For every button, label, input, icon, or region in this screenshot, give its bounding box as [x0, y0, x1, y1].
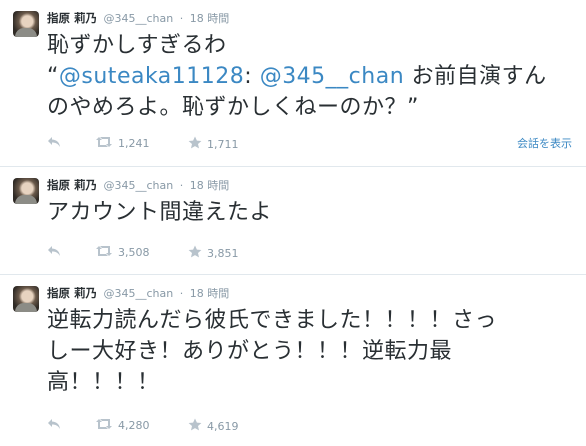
star-icon — [188, 418, 202, 436]
separator-dot: · — [179, 179, 184, 192]
reply-button[interactable] — [47, 418, 61, 435]
text-segment: 逆転力読んだら彼氏できました！！！！さっ — [47, 308, 498, 333]
favorite-count: 1,711 — [207, 138, 239, 151]
tweet-time[interactable]: 18 時間 — [190, 179, 230, 192]
retweet-button[interactable]: 4,280 — [95, 418, 150, 434]
tweet-text-line: しー大好き！ありがとう！！！逆転力最 — [47, 336, 577, 367]
reply-button[interactable] — [47, 136, 61, 153]
author-handle[interactable]: @345__chan — [104, 179, 174, 192]
tweet-text-line: アカウント間違えたよ — [47, 197, 577, 228]
mention-link[interactable]: @suteaka11128 — [59, 64, 244, 89]
tweet[interactable]: 指原 莉乃 @345__chan · 18 時間 アカウント間違えたよ 3,50… — [0, 167, 586, 275]
tweet-text-line: 恥ずかしすぎるわ — [47, 30, 577, 61]
retweet-count: 3,508 — [118, 246, 150, 259]
reply-button[interactable] — [47, 245, 61, 262]
favorite-button[interactable]: 4,619 — [188, 418, 239, 436]
quote-mark: “ — [47, 64, 59, 89]
retweet-button[interactable]: 1,241 — [95, 136, 150, 152]
separator-dot: · — [179, 12, 184, 25]
tweet-text-line: 高！！！！ — [47, 367, 577, 398]
favorite-count: 4,619 — [207, 420, 239, 433]
favorite-count: 3,851 — [207, 247, 239, 260]
separator-dot: · — [179, 287, 184, 300]
reply-icon — [47, 418, 61, 435]
tweet[interactable]: 指原 莉乃 @345__chan · 18 時間 逆転力読んだら彼氏できました！… — [0, 275, 586, 446]
avatar[interactable] — [13, 178, 39, 204]
view-conversation-link[interactable]: 会話を表示 — [517, 136, 572, 152]
author-handle[interactable]: @345__chan — [104, 12, 174, 25]
favorite-button[interactable]: 1,711 — [188, 136, 239, 154]
reply-icon — [47, 136, 61, 153]
author-handle[interactable]: @345__chan — [104, 287, 174, 300]
star-icon — [188, 245, 202, 263]
retweet-icon — [95, 136, 113, 152]
text-segment: : — [244, 64, 260, 89]
tweet-text: アカウント間違えたよ — [47, 197, 577, 228]
favorite-button[interactable]: 3,851 — [188, 245, 239, 263]
tweet[interactable]: 指原 莉乃 @345__chan · 18 時間 恥ずかしすぎるわ “@sute… — [0, 0, 586, 167]
avatar[interactable] — [13, 286, 39, 312]
retweet-button[interactable]: 3,508 — [95, 245, 150, 261]
star-icon — [188, 136, 202, 154]
text-segment: アカウント間違えたよ — [47, 200, 273, 225]
retweet-icon — [95, 418, 113, 434]
tweet-text-line: 逆転力読んだら彼氏できました！！！！さっ — [47, 305, 577, 336]
author-name[interactable]: 指原 莉乃 — [47, 178, 97, 192]
tweet-text-line: “@suteaka11128: @345__chan お前自演すん — [47, 61, 577, 92]
text-segment: しー大好き！ありがとう！！！逆転力最 — [47, 339, 453, 364]
retweet-count: 4,280 — [118, 419, 150, 432]
tweet-header: 指原 莉乃 @345__chan · 18 時間 — [47, 285, 229, 301]
tweet-time[interactable]: 18 時間 — [190, 287, 230, 300]
retweet-count: 1,241 — [118, 137, 150, 150]
text-segment: お前自演すん — [404, 64, 547, 89]
text-segment: 恥ずかしすぎるわ — [47, 33, 227, 58]
tweet-time[interactable]: 18 時間 — [190, 12, 230, 25]
text-segment: のやめろよ。恥ずかしくねーのか？” — [47, 95, 419, 120]
author-name[interactable]: 指原 莉乃 — [47, 286, 97, 300]
author-name[interactable]: 指原 莉乃 — [47, 11, 97, 25]
reply-icon — [47, 245, 61, 262]
tweet-header: 指原 莉乃 @345__chan · 18 時間 — [47, 10, 229, 26]
tweet-text: 逆転力読んだら彼氏できました！！！！さっ しー大好き！ありがとう！！！逆転力最 … — [47, 305, 577, 398]
text-segment: 高！！！！ — [47, 370, 160, 395]
tweet-header: 指原 莉乃 @345__chan · 18 時間 — [47, 177, 229, 193]
avatar[interactable] — [13, 11, 39, 37]
tweet-text: 恥ずかしすぎるわ “@suteaka11128: @345__chan お前自演… — [47, 30, 577, 123]
tweet-text-line: のやめろよ。恥ずかしくねーのか？” — [47, 92, 577, 123]
mention-link[interactable]: @345__chan — [260, 64, 404, 89]
retweet-icon — [95, 245, 113, 261]
